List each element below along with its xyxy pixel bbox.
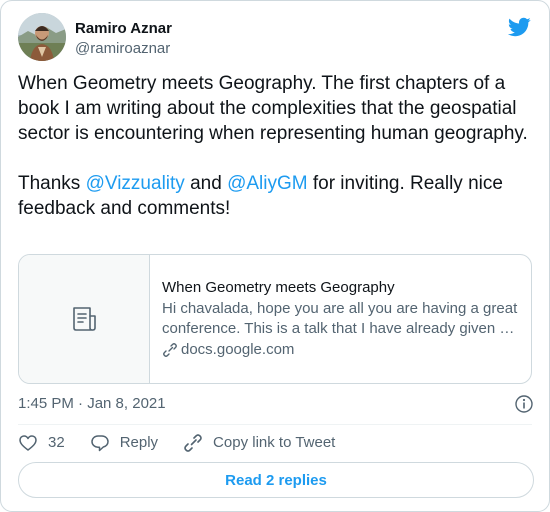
link-icon [163, 343, 177, 357]
link-domain-text: docs.google.com [181, 341, 295, 358]
tweet-card: Ramiro Aznar @ramiroaznar When Geometry … [0, 0, 550, 512]
meta-row: 1:45 PM · Jan 8, 2021 [18, 394, 534, 414]
divider [18, 424, 532, 425]
mention-aliygm[interactable]: @AliyGM [227, 173, 308, 194]
tweet-text-segment: Thanks [18, 173, 86, 194]
copy-link-label: Copy link to Tweet [213, 434, 336, 451]
reply-icon [90, 435, 109, 452]
tweet-header: Ramiro Aznar @ramiroaznar [18, 13, 172, 61]
document-icon [73, 307, 96, 331]
tweet-text-segment: and [184, 173, 228, 194]
link-description: Hi chavalada, hope you are all you are h… [162, 300, 518, 337]
author-display-name[interactable]: Ramiro Aznar [75, 19, 172, 38]
reply-button[interactable]: Reply [90, 433, 158, 453]
twitter-bird-icon[interactable] [507, 15, 531, 39]
read-replies-button[interactable]: Read 2 replies [18, 462, 534, 498]
link-icon [184, 434, 202, 452]
tweet-paragraph-2: Thanks @Vizzuality and @AliyGM for invit… [18, 171, 536, 221]
copy-link-button[interactable]: Copy link to Tweet [183, 433, 335, 453]
link-preview-card[interactable]: When Geometry meets Geography Hi chavala… [18, 254, 532, 384]
heart-icon [19, 435, 37, 451]
tweet-paragraph-1: When Geometry meets Geography. The first… [18, 73, 528, 144]
reply-label: Reply [119, 434, 159, 451]
avatar[interactable] [18, 13, 66, 61]
timestamp[interactable]: 1:45 PM · Jan 8, 2021 [18, 394, 166, 414]
info-icon[interactable] [514, 394, 534, 414]
author-handle[interactable]: @ramiroaznar [75, 39, 172, 58]
link-title: When Geometry meets Geography [162, 279, 395, 296]
author-names: Ramiro Aznar @ramiroaznar [75, 17, 172, 58]
link-domain: docs.google.com [162, 340, 519, 360]
tweet-actions: 32 Reply Copy link to Tweet [18, 433, 360, 453]
link-body: When Geometry meets Geography Hi chavala… [150, 255, 531, 383]
like-count: 32 [48, 434, 65, 451]
link-thumbnail [19, 255, 150, 383]
mention-vizzuality[interactable]: @Vizzuality [86, 173, 185, 194]
like-button[interactable]: 32 [18, 433, 65, 453]
tweet-text: When Geometry meets Geography. The first… [18, 71, 536, 221]
